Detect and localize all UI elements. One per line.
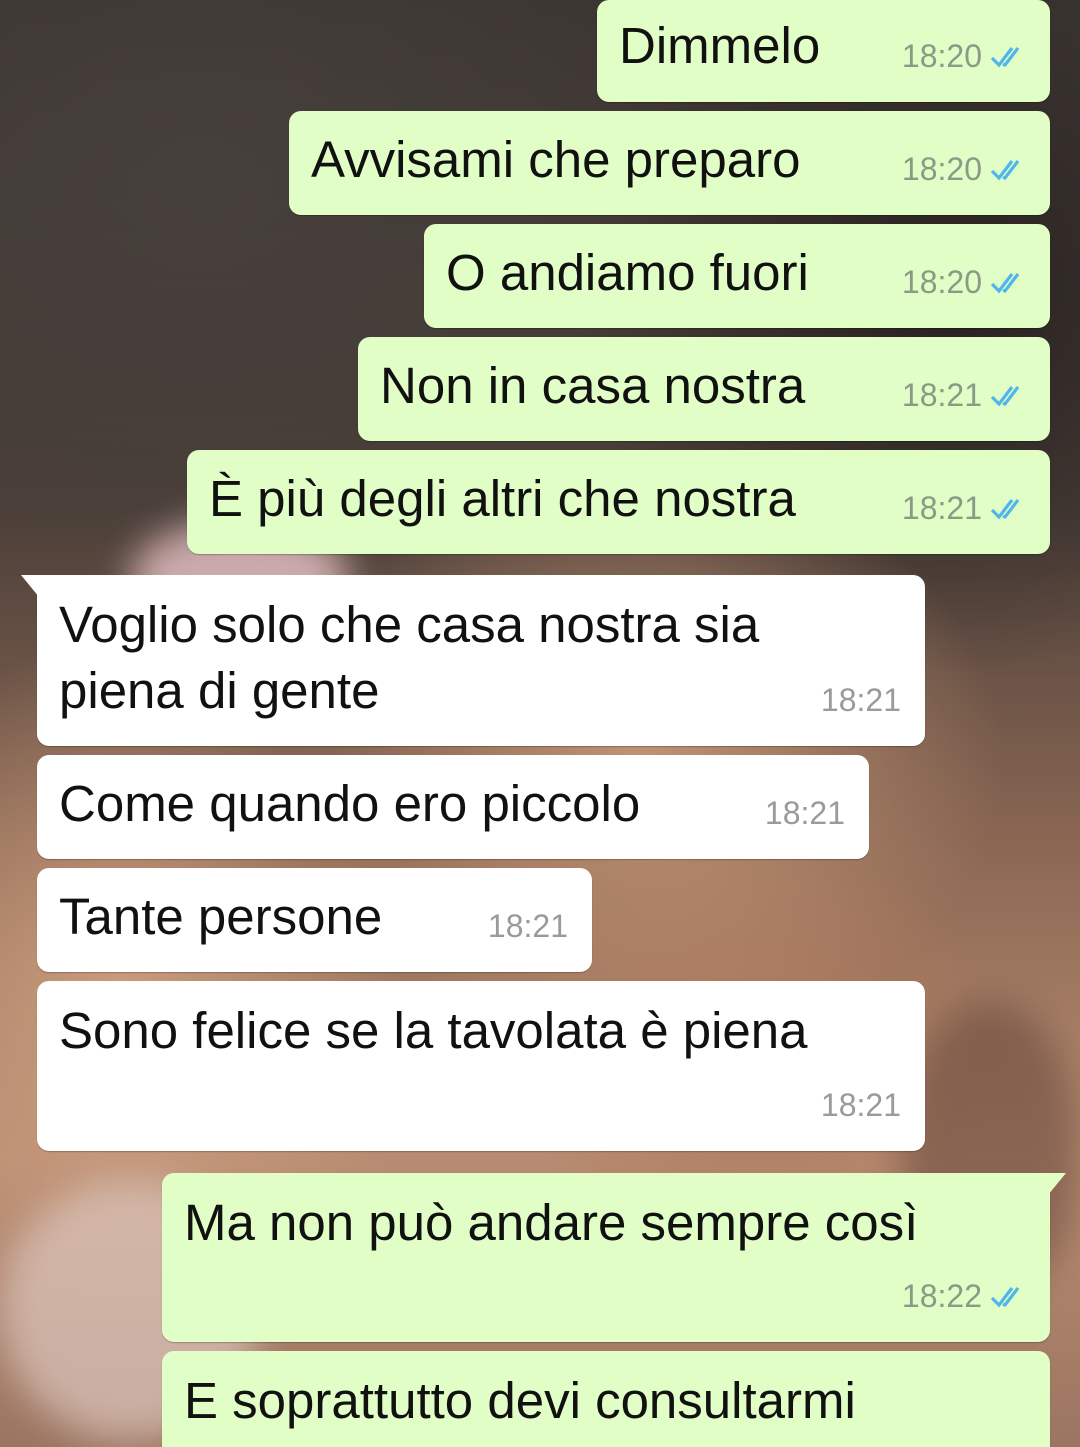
bubble-tail [21, 575, 39, 597]
incoming-message[interactable]: Sono felice se la tavolata è piena 18:21 [37, 981, 925, 1151]
message-text: È più degli altri che nostra [209, 470, 796, 527]
message-text: Non in casa nostra [380, 357, 806, 414]
double-check-icon [990, 1287, 1020, 1308]
message-text-line: piena di gente [59, 662, 380, 719]
double-check-icon [990, 273, 1020, 294]
message-time: 18:20 [901, 264, 982, 300]
outgoing-message[interactable]: È più degli altri che nostra 18:21 [187, 450, 1050, 554]
message-time: 18:21 [487, 908, 568, 944]
message-text: Avvisami che preparo [311, 131, 801, 188]
outgoing-message[interactable]: E soprattutto devi consultarmi [162, 1351, 1050, 1447]
message-text: O andiamo fuori [446, 244, 809, 301]
message-meta: 18:21 [765, 781, 845, 845]
message-time: 18:21 [820, 1087, 901, 1123]
incoming-message[interactable]: Tante persone 18:21 [37, 868, 592, 972]
message-meta: 18:21 [902, 363, 1030, 427]
message-text: E soprattutto devi consultarmi [184, 1372, 856, 1429]
message-time: 18:21 [901, 377, 982, 413]
message-time: 18:20 [901, 151, 982, 187]
message-meta: 18:20 [902, 250, 1030, 314]
incoming-message[interactable]: Come quando ero piccolo 18:21 [37, 755, 869, 859]
outgoing-message[interactable]: Ma non può andare sempre così 18:22 [162, 1173, 1066, 1342]
double-check-icon [990, 160, 1020, 181]
outgoing-message[interactable]: Avvisami che preparo 18:20 [289, 111, 1050, 215]
message-text: Ma non può andare sempre così [184, 1194, 919, 1251]
message-meta: 18:20 [902, 137, 1030, 201]
outgoing-message[interactable]: O andiamo fuori 18:20 [424, 224, 1050, 328]
message-meta: 18:22 [902, 1264, 1030, 1328]
message-meta: 18:21 [902, 476, 1030, 540]
message-time: 18:21 [901, 490, 982, 526]
message-meta: 18:20 [902, 24, 1030, 88]
message-text: Sono felice se la tavolata è piena [59, 1002, 808, 1059]
message-text: Tante persone [59, 888, 383, 945]
message-text: Come quando ero piccolo [59, 775, 641, 832]
chat-message-list[interactable]: Dimmelo 18:20 Avvisami che preparo 18:20… [0, 0, 1080, 1447]
double-check-icon [990, 386, 1020, 407]
outgoing-message[interactable]: Dimmelo 18:20 [597, 0, 1050, 102]
double-check-icon [990, 47, 1020, 68]
message-time: 18:22 [901, 1278, 982, 1314]
message-time: 18:20 [901, 38, 982, 74]
message-meta: 18:21 [821, 1073, 901, 1137]
message-text-line: Voglio solo che casa nostra sia [59, 596, 760, 653]
message-meta: 18:21 [488, 894, 568, 958]
message-text: Dimmelo [619, 17, 821, 74]
bubble-tail [1048, 1173, 1066, 1195]
double-check-icon [990, 499, 1020, 520]
message-time: 18:21 [764, 795, 845, 831]
incoming-message[interactable]: Voglio solo che casa nostra sia piena di… [21, 575, 925, 746]
outgoing-message[interactable]: Non in casa nostra 18:21 [358, 337, 1050, 441]
message-meta: 18:21 [821, 668, 901, 732]
message-time: 18:21 [820, 682, 901, 718]
